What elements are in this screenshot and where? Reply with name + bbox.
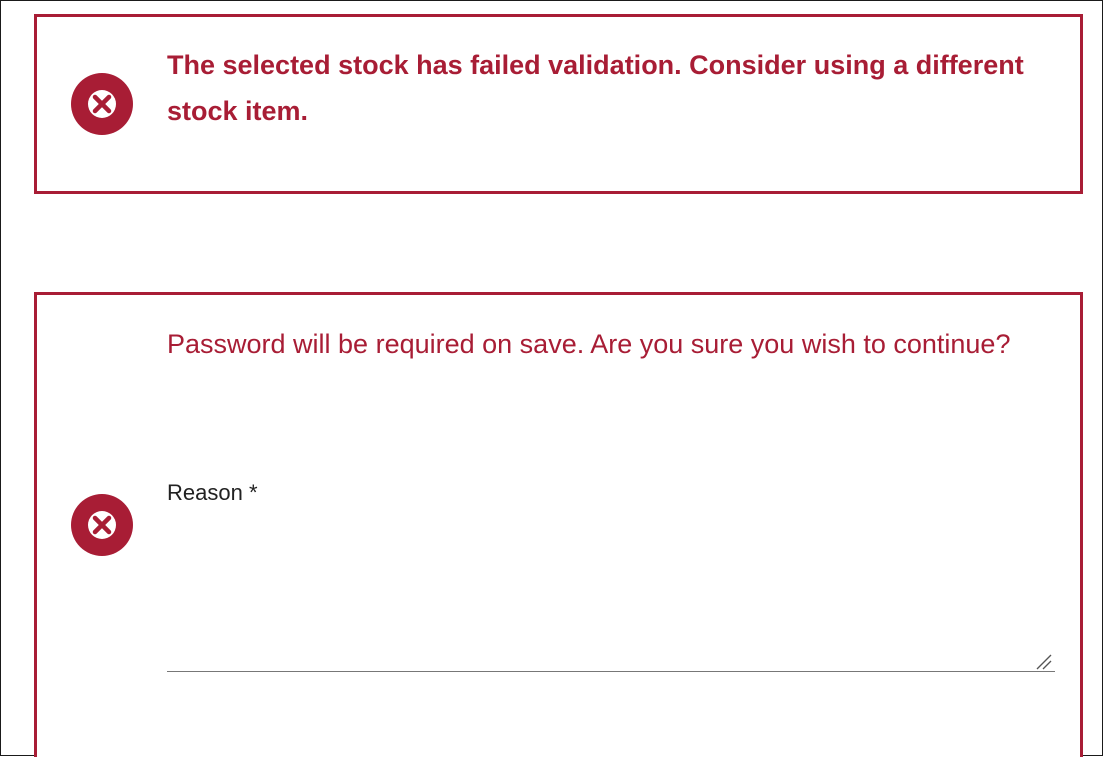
validation-error-message: The selected stock has failed validation… bbox=[167, 50, 1024, 126]
password-required-alert: Password will be required on save. Are y… bbox=[34, 292, 1083, 757]
validation-error-alert: The selected stock has failed validation… bbox=[34, 14, 1083, 194]
reason-textarea[interactable] bbox=[167, 521, 1055, 672]
reason-label: Reason * bbox=[167, 480, 258, 505]
error-circle-icon bbox=[71, 73, 133, 135]
password-required-message: Password will be required on save. Are y… bbox=[167, 329, 1011, 359]
dialog-frame: The selected stock has failed validation… bbox=[0, 0, 1103, 757]
error-circle-icon bbox=[71, 494, 133, 556]
resize-handle-icon[interactable] bbox=[1034, 652, 1052, 670]
